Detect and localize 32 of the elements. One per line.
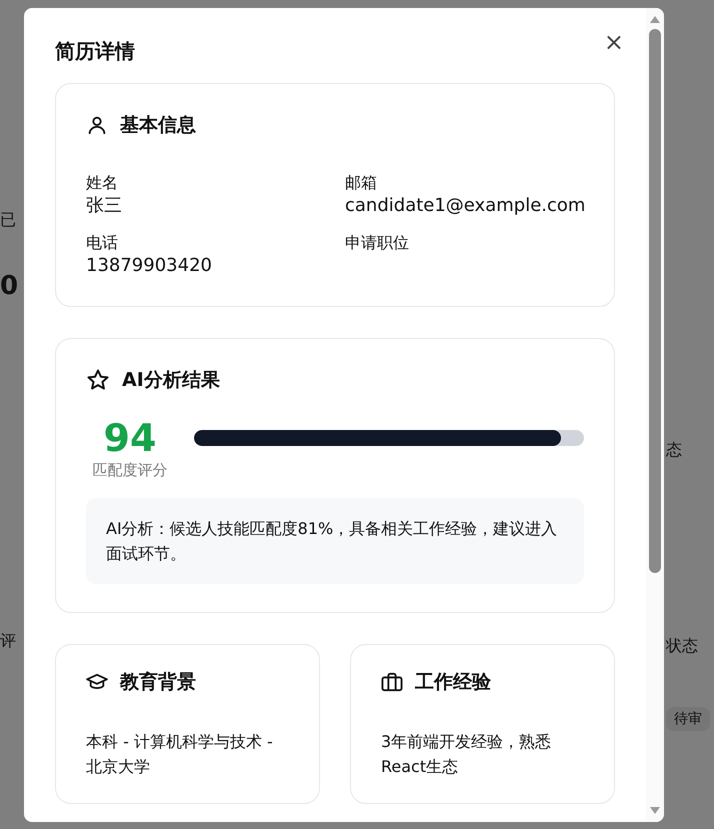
background-text: 态 [666, 440, 682, 461]
field-value: candidate1@example.com [345, 194, 586, 218]
score-label: 匹配度评分 [92, 461, 168, 480]
experience-text: 3年前端开发经验，熟悉React生态 [381, 731, 552, 778]
section-title: 基本信息 [120, 113, 196, 138]
graduation-cap-icon [86, 673, 108, 691]
field-label: 姓名 [86, 172, 118, 194]
background-text: 已 [0, 210, 16, 231]
background-text: 状态 [666, 636, 698, 657]
scrollbar-thumb[interactable] [649, 29, 661, 573]
match-score: 94 [104, 415, 156, 461]
scroll-up-icon[interactable] [650, 16, 660, 23]
section-title: 工作经验 [415, 670, 491, 695]
field-value: 张三 [86, 194, 122, 218]
person-icon [86, 114, 108, 136]
scrollbar[interactable] [646, 8, 664, 822]
field-value: 13879903420 [86, 254, 212, 278]
star-icon [86, 368, 110, 392]
field-label: 邮箱 [345, 172, 377, 194]
scroll-down-icon[interactable] [650, 807, 660, 814]
briefcase-icon [381, 672, 403, 692]
section-title: 教育背景 [120, 670, 196, 695]
background-text: 待审 [666, 707, 710, 731]
close-button[interactable]: × [592, 30, 636, 54]
background-text: 评 [0, 631, 16, 652]
field-label: 电话 [86, 232, 118, 254]
analysis-summary: AI分析：候选人技能匹配度81%，具备相关工作经验，建议进入面试环节。 [86, 498, 584, 584]
dialog-title: 简历详情 [55, 38, 135, 65]
field-label: 申请职位 [345, 232, 409, 254]
education-text: 本科 - 计算机科学与技术 - 北京大学 [86, 731, 274, 778]
section-title: AI分析结果 [122, 368, 220, 393]
background-text: 0 [0, 271, 18, 301]
